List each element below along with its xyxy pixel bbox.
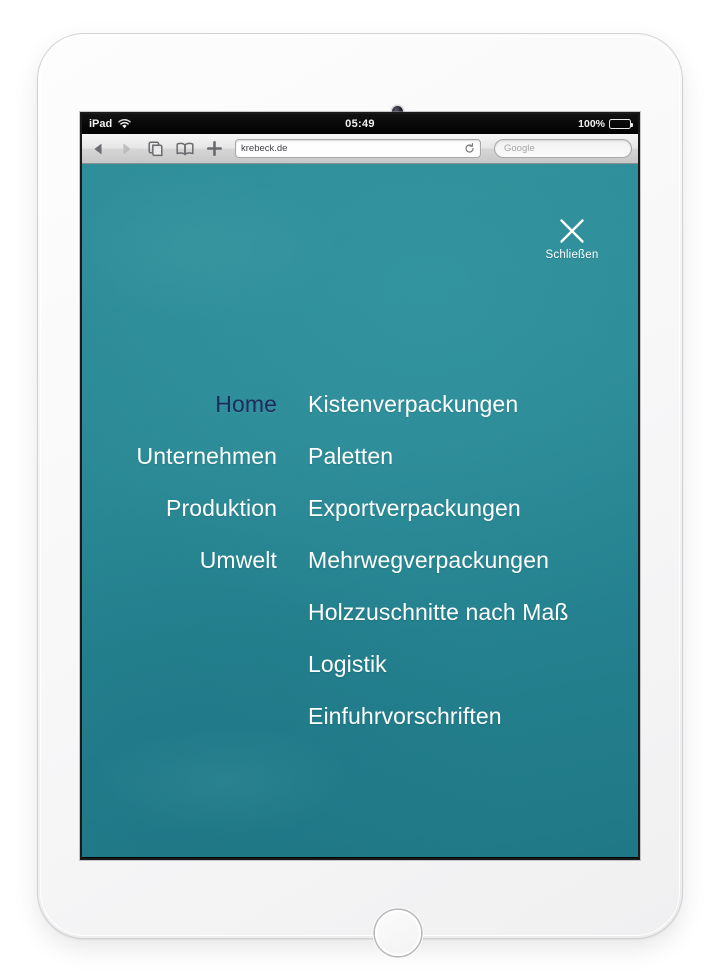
search-placeholder: Google — [504, 143, 535, 154]
close-button[interactable]: Schließen — [538, 216, 606, 261]
forward-arrow-icon[interactable] — [117, 139, 137, 159]
url-input[interactable]: krebeck.de — [235, 139, 481, 158]
tablet-screen: iPad 05:49 100% krebeck.de Google Schlie… — [82, 114, 638, 858]
reload-icon[interactable] — [464, 143, 475, 154]
nav-item-umwelt[interactable]: Umwelt — [82, 534, 277, 586]
nav-item-einfuhrvorschriften[interactable]: Einfuhrvorschriften — [308, 690, 638, 742]
secondary-nav-column: Kistenverpackungen Paletten Exportverpac… — [282, 378, 638, 742]
plus-icon[interactable] — [204, 139, 224, 159]
nav-item-kistenverpackungen[interactable]: Kistenverpackungen — [308, 378, 638, 430]
bookmarks-book-icon[interactable] — [175, 139, 195, 159]
navigation-menu: Home Unternehmen Produktion Umwelt Kiste… — [82, 378, 638, 742]
nav-item-unternehmen[interactable]: Unternehmen — [82, 430, 277, 482]
nav-item-exportverpackungen[interactable]: Exportverpackungen — [308, 482, 638, 534]
safari-toolbar: krebeck.de Google — [82, 134, 638, 164]
back-arrow-icon[interactable] — [88, 139, 108, 159]
close-label: Schließen — [545, 249, 599, 261]
close-x-icon — [538, 216, 606, 246]
nav-item-mehrwegverpackungen[interactable]: Mehrwegverpackungen — [308, 534, 638, 586]
status-bar-right: 100% — [578, 114, 634, 134]
ios-status-bar: iPad 05:49 100% — [82, 114, 638, 134]
nav-item-produktion[interactable]: Produktion — [82, 482, 277, 534]
nav-item-paletten[interactable]: Paletten — [308, 430, 638, 482]
status-bar-clock: 05:49 — [345, 118, 375, 130]
battery-percent-label: 100% — [578, 118, 605, 130]
search-input[interactable]: Google — [494, 139, 632, 158]
battery-icon — [609, 119, 634, 129]
tabs-icon[interactable] — [146, 139, 166, 159]
nav-item-home[interactable]: Home — [82, 378, 277, 430]
nav-item-logistik[interactable]: Logistik — [308, 638, 638, 690]
url-text: krebeck.de — [241, 143, 288, 154]
nav-item-holzzuschnitte[interactable]: Holzzuschnitte nach Maß — [308, 586, 638, 638]
home-button[interactable] — [375, 910, 421, 956]
webpage-overlay-menu: Schließen Home Unternehmen Produktion Um… — [82, 164, 638, 857]
primary-nav-column: Home Unternehmen Produktion Umwelt — [82, 378, 282, 586]
